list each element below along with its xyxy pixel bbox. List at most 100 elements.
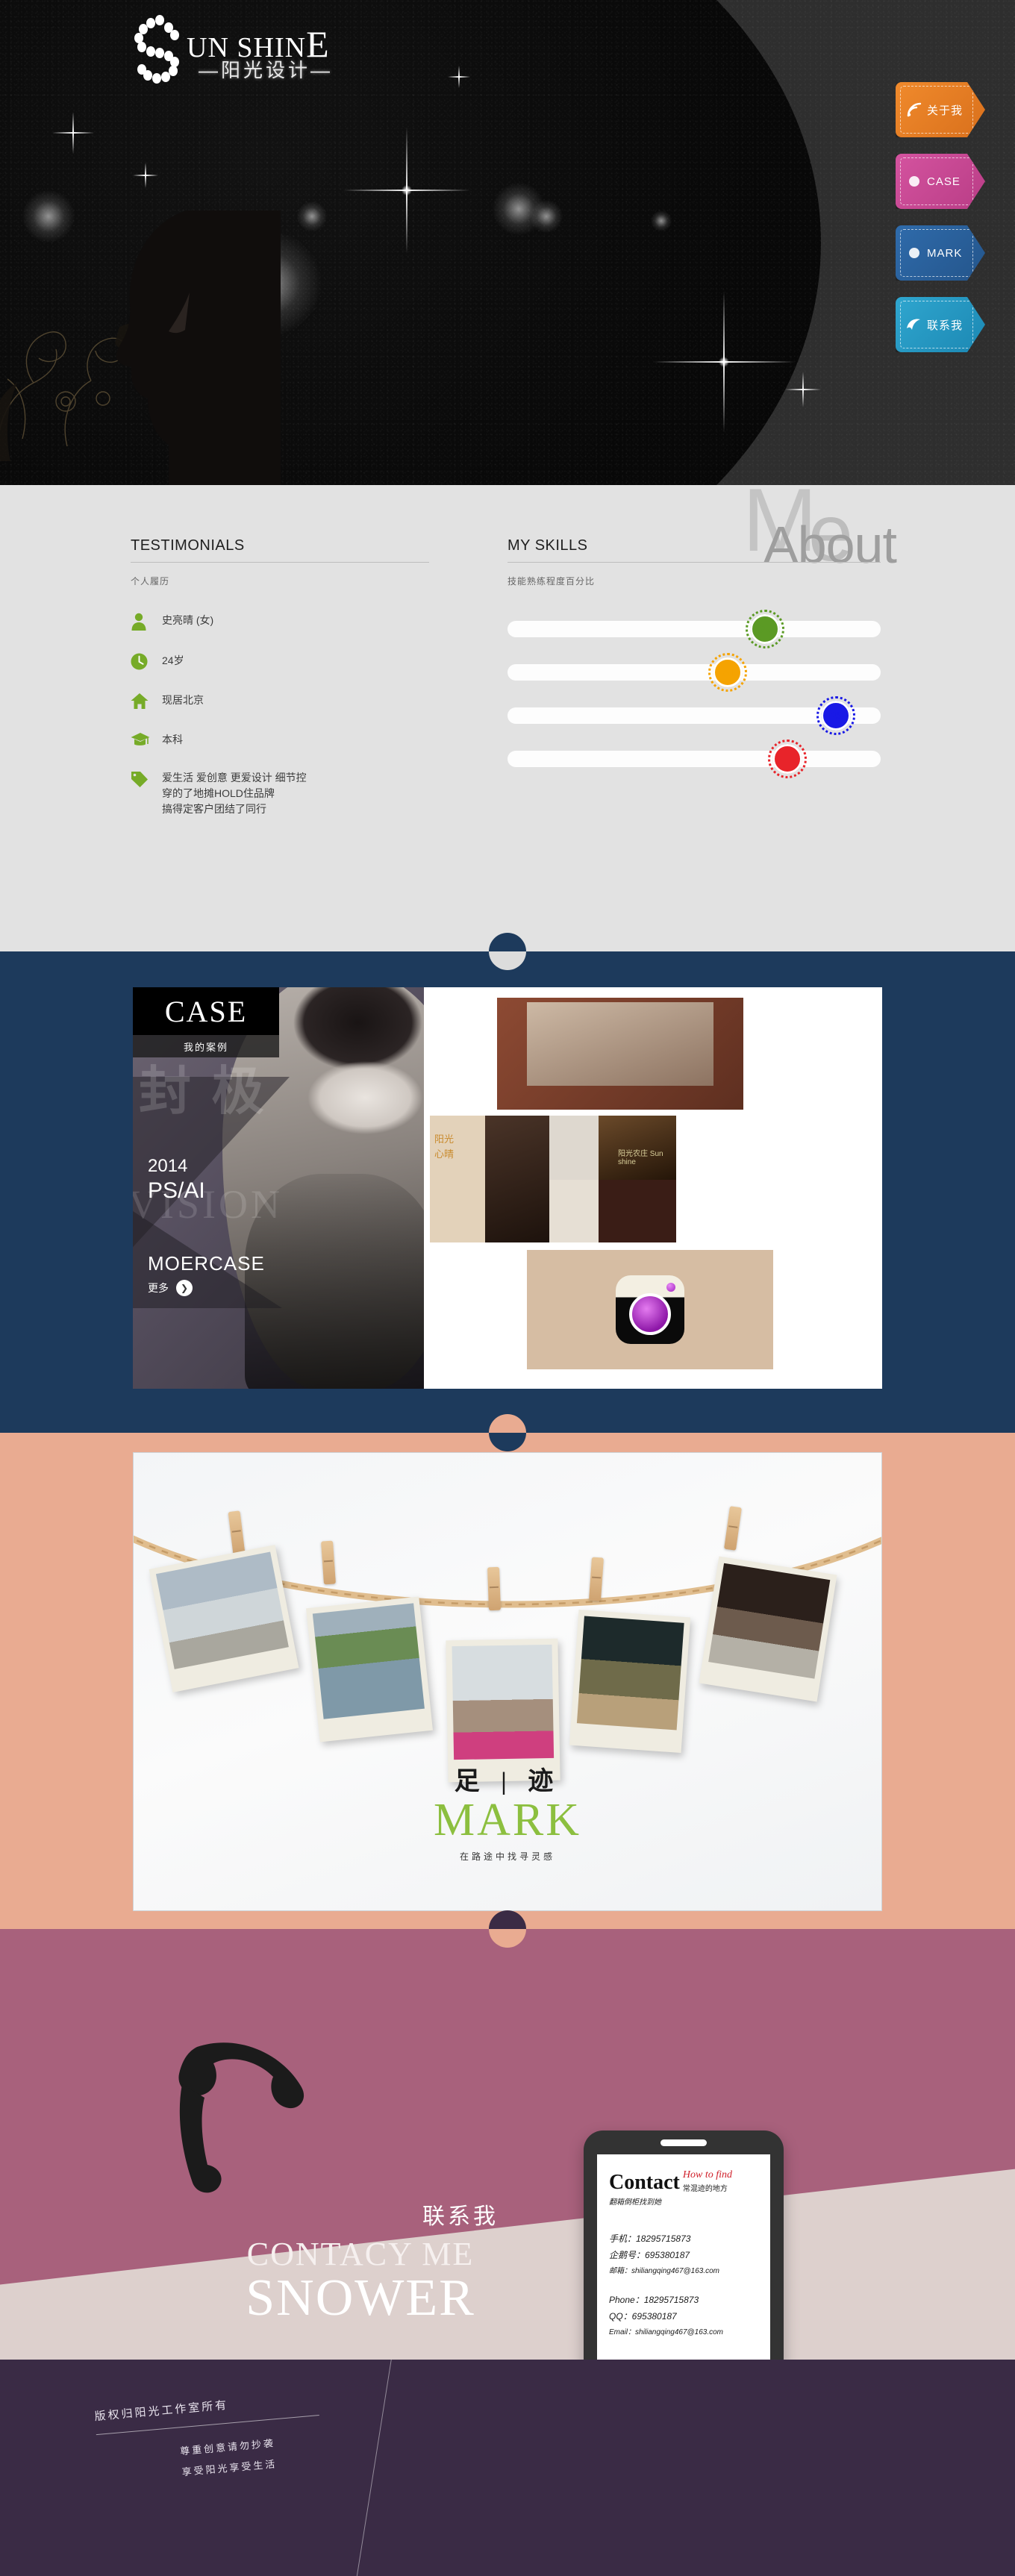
mark-subtitle: 在路途中找寻灵感 bbox=[459, 1851, 555, 1862]
footer-slogan: 尊重创意请勿抄袭 享受阳光享受生活 bbox=[179, 2429, 324, 2483]
case-tools: PS/AI bbox=[148, 1178, 205, 1203]
camera-app-icon bbox=[616, 1275, 684, 1344]
phone-mockup[interactable]: Contact How to find 常混迹的地方 翻箱倒柜找到她 手机：18… bbox=[584, 2130, 784, 2360]
info-row-city: 现居北京 bbox=[131, 693, 429, 710]
hero-glow-5 bbox=[297, 201, 327, 231]
hero-star-small-2 bbox=[133, 163, 158, 188]
skill-bars: DW AI PS FL bbox=[508, 610, 881, 778]
hero-star-right bbox=[653, 291, 795, 433]
contact-title-english: CONTACY ME bbox=[246, 2236, 475, 2272]
info-row-education-text: 本科 bbox=[162, 734, 183, 745]
case-thumb-wine-brand[interactable]: 阳光 心晴 阳光农庄 Sun shine bbox=[430, 1116, 676, 1242]
skill-badge-dw[interactable]: DW bbox=[746, 610, 784, 648]
footer-diagonal-line bbox=[353, 2360, 394, 2576]
case-more-block[interactable]: MOERCASE 更多 ❯ bbox=[148, 1252, 265, 1296]
contact-card-chinese-rows: 手机：18295715873 企鹅号：695380187 邮箱：shiliang… bbox=[609, 2230, 758, 2280]
case-thumb-brick-wall[interactable] bbox=[497, 998, 743, 1110]
hero-glow-6 bbox=[651, 210, 672, 231]
contact-email-en: Email：shiliangqing467@163.com bbox=[609, 2328, 724, 2336]
contact-email-cn: 邮箱：shiliangqing467@163.com bbox=[609, 2267, 720, 2275]
case-feature-panel[interactable]: 封 极 VISION CASE 我的案例 2014 PS/AI MOERCASE… bbox=[133, 987, 424, 1389]
nav-tab-about[interactable]: 关于我 bbox=[896, 82, 985, 137]
photo-sunset-tree-image bbox=[576, 1616, 684, 1731]
contact-card-header: Contact How to find 常混迹的地方 bbox=[609, 2168, 758, 2195]
chevron-right-icon[interactable]: ❯ bbox=[176, 1280, 193, 1296]
photo-river-boat-image bbox=[312, 1603, 425, 1719]
wifi-icon bbox=[902, 101, 927, 118]
skill-badge-fl[interactable]: FL bbox=[768, 740, 807, 778]
contact-qq-en: QQ：695380187 bbox=[609, 2311, 677, 2322]
case-board: 封 极 VISION CASE 我的案例 2014 PS/AI MOERCASE… bbox=[133, 987, 882, 1389]
photo-pagoda-person-image bbox=[452, 1644, 555, 1760]
divider-case-mark bbox=[489, 1414, 526, 1451]
photo-canal-town-image bbox=[708, 1563, 831, 1679]
mark-board: 足 | 迹 MARK 在路途中找寻灵感 bbox=[133, 1452, 882, 1911]
info-row-education: 本科 bbox=[131, 732, 429, 748]
hero-glow-4 bbox=[530, 200, 563, 233]
personal-info-list: 史亮晴 (女) 24岁 现居北京 本科 爱生活 爱创意 更爱设计 细节控 穿的了… bbox=[131, 613, 429, 817]
mark-title-chinese: 足 | 迹 bbox=[454, 1768, 561, 1795]
wine-brand-chinese: 阳光 心晴 bbox=[434, 1132, 454, 1162]
case-tag: CASE bbox=[133, 987, 279, 1035]
case-more-title: MOERCASE bbox=[148, 1252, 265, 1275]
footer-copyright: 版权归阳光工作室所有 bbox=[94, 2398, 229, 2424]
brick-wall-poster-image bbox=[527, 1002, 713, 1086]
skill-bar-track-fl bbox=[508, 751, 881, 767]
nav-tab-contact-label: 联系我 bbox=[927, 319, 964, 332]
camera-indicator-dot bbox=[666, 1283, 675, 1292]
about-section: M e About TESTIMONIALS 个人履历 史亮晴 (女) 24岁 … bbox=[0, 475, 1015, 970]
divider-about-case bbox=[489, 933, 526, 970]
skill-badge-label-dw: DW bbox=[756, 623, 774, 635]
contact-card: Contact How to find 常混迹的地方 翻箱倒柜找到她 手机：18… bbox=[597, 2154, 770, 2360]
hero-star-small-1 bbox=[52, 112, 94, 154]
site-logo[interactable]: UN SHINE —阳光设计— bbox=[133, 10, 372, 93]
photo-building[interactable] bbox=[149, 1545, 299, 1692]
wine-brand-cn1: 阳光 bbox=[434, 1134, 455, 1145]
contact-title-big: SNOWER bbox=[246, 2269, 475, 2327]
divider-mark-contact bbox=[489, 1910, 526, 1948]
contact-title-chinese: 联系我 bbox=[422, 2204, 499, 2229]
tag-line-3: 搞得定客户团结了同行 bbox=[162, 803, 266, 815]
graduation-cap-icon bbox=[131, 732, 162, 747]
footer-slogan-line-1: 尊重创意请勿抄袭 bbox=[179, 2437, 276, 2457]
case-gallery: 阳光 心晴 阳光农庄 Sun shine bbox=[430, 998, 873, 1380]
testimonials-title: TESTIMONIALS bbox=[131, 537, 245, 554]
skill-badge-ai[interactable]: AI bbox=[708, 653, 747, 692]
hero-navigation[interactable]: 关于我 CASE MARK 联系我 bbox=[896, 82, 1015, 369]
contact-headings: 联系我 CONTACY ME SNOWER bbox=[185, 2198, 536, 2328]
skills-column: MY SKILLS 技能熟练程度百分比 DW AI PS FL bbox=[508, 537, 881, 792]
contact-qq-cn: 企鹅号：695380187 bbox=[609, 2250, 690, 2260]
contact-card-subtitle: 翻箱倒柜找到她 bbox=[609, 2198, 661, 2207]
skill-bar-fl[interactable]: FL bbox=[508, 740, 881, 778]
footer-text-block: 版权归阳光工作室所有 尊重创意请勿抄袭 享受阳光享受生活 bbox=[94, 2389, 324, 2490]
info-row-age-text: 24岁 bbox=[162, 654, 184, 666]
skill-bar-ps[interactable]: PS bbox=[508, 696, 881, 735]
hero-star-small-4 bbox=[448, 66, 470, 88]
wine-panel-5 bbox=[549, 1180, 599, 1242]
photo-canal-town[interactable] bbox=[699, 1556, 837, 1702]
hero-section: UN SHINE —阳光设计— 关于我 CASE MARK 联系我 bbox=[0, 0, 1015, 485]
skill-badge-label-ps: PS bbox=[828, 710, 843, 722]
nav-tab-mark-label: MARK bbox=[927, 246, 963, 260]
lady-profile-silhouette bbox=[116, 210, 281, 485]
nav-tab-case[interactable]: CASE bbox=[896, 154, 985, 209]
contact-card-word: Contact bbox=[609, 2171, 680, 2194]
skill-bar-dw[interactable]: DW bbox=[508, 610, 881, 648]
case-thumb-camera-app[interactable] bbox=[527, 1250, 773, 1369]
skill-badge-ps[interactable]: PS bbox=[816, 696, 855, 735]
photo-river-boat[interactable] bbox=[306, 1596, 433, 1742]
mark-section: 足 | 迹 MARK 在路途中找寻灵感 bbox=[0, 1433, 1015, 1948]
hero-star-small-3 bbox=[785, 372, 821, 407]
person-icon bbox=[131, 613, 162, 631]
logo-subtitle: —阳光设计— bbox=[199, 59, 334, 81]
photo-sunset-tree[interactable] bbox=[569, 1609, 691, 1754]
nav-tab-about-label: 关于我 bbox=[927, 104, 964, 117]
skill-bar-track-dw bbox=[508, 621, 881, 637]
nav-tab-mark[interactable]: MARK bbox=[896, 225, 985, 281]
case-icon bbox=[902, 174, 927, 189]
info-row-tags-text: 爱生活 爱创意 更爱设计 细节控 穿的了地摊HOLD住品牌 搞得定客户团结了同行 bbox=[162, 770, 307, 817]
nav-tab-contact[interactable]: 联系我 bbox=[896, 297, 985, 352]
skill-bar-ai[interactable]: AI bbox=[508, 653, 881, 692]
camera-lens bbox=[629, 1292, 671, 1335]
skill-bar-track-ai bbox=[508, 664, 881, 681]
